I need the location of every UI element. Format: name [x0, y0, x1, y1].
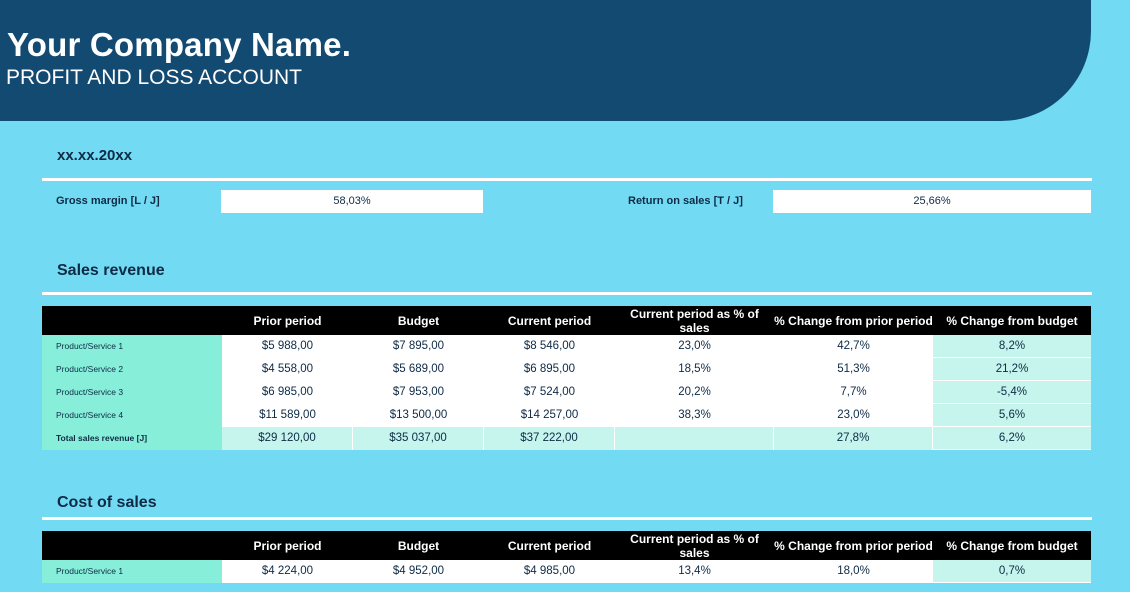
table-cell[interactable]: $7 953,00 — [353, 381, 484, 404]
row-label[interactable]: Total sales revenue [J] — [42, 427, 222, 450]
table-cell[interactable]: 21,2% — [933, 358, 1091, 381]
column-header-change-budget: % Change from budget — [946, 539, 1078, 553]
table-cell[interactable]: $8 546,00 — [484, 335, 615, 358]
header-banner: Your Company Name. PROFIT AND LOSS ACCOU… — [0, 0, 1091, 121]
sales-revenue-table: Prior period Budget Current period Curre… — [42, 306, 1091, 450]
divider — [42, 292, 1092, 295]
table-cell[interactable]: -5,4% — [933, 381, 1091, 404]
table-cell[interactable]: $5 689,00 — [353, 358, 484, 381]
table-cell[interactable]: 23,0% — [615, 335, 774, 358]
cost-of-sales-table: Prior period Budget Current period Curre… — [42, 531, 1091, 583]
row-label[interactable]: Product/Service 2 — [42, 358, 222, 381]
table-row: Product/Service 4 $11 589,00 $13 500,00 … — [42, 404, 1091, 427]
table-cell[interactable]: 6,2% — [933, 427, 1091, 450]
column-header-current-period: Current period — [507, 314, 592, 328]
column-header-change-budget: % Change from budget — [946, 314, 1078, 328]
row-label[interactable]: Product/Service 1 — [42, 335, 222, 358]
return-on-sales-label: Return on sales [T / J] — [628, 195, 743, 207]
table-cell[interactable]: $7 895,00 — [353, 335, 484, 358]
report-title: PROFIT AND LOSS ACCOUNT — [6, 66, 302, 89]
gross-margin-value[interactable]: 58,03% — [221, 190, 483, 213]
cost-of-sales-heading: Cost of sales — [57, 494, 157, 511]
column-header-pct-of-sales: Current period as % of sales — [630, 532, 759, 560]
table-cell[interactable]: $4 985,00 — [484, 560, 615, 583]
table-cell[interactable]: $13 500,00 — [353, 404, 484, 427]
table-cell[interactable]: $4 224,00 — [222, 560, 353, 583]
table-header: Prior period Budget Current period Curre… — [42, 531, 1091, 560]
column-header-change-prior: % Change from prior period — [774, 539, 933, 553]
row-label[interactable]: Product/Service 3 — [42, 381, 222, 404]
gross-margin-label: Gross margin [L / J] — [56, 195, 160, 207]
table-cell[interactable]: $29 120,00 — [222, 427, 353, 450]
table-cell[interactable]: 5,6% — [933, 404, 1091, 427]
table-cell[interactable]: 0,7% — [933, 560, 1091, 583]
table-cell[interactable]: $35 037,00 — [353, 427, 484, 450]
table-cell[interactable]: $5 988,00 — [222, 335, 353, 358]
table-cell[interactable]: $4 952,00 — [353, 560, 484, 583]
table-cell[interactable]: 27,8% — [774, 427, 933, 450]
table-cell[interactable]: $11 589,00 — [222, 404, 353, 427]
table-row: Product/Service 1 $4 224,00 $4 952,00 $4… — [42, 560, 1091, 583]
table-cell[interactable]: 7,7% — [774, 381, 933, 404]
table-total-row: Total sales revenue [J] $29 120,00 $35 0… — [42, 427, 1091, 450]
return-on-sales-value[interactable]: 25,66% — [773, 190, 1091, 213]
column-header — [42, 306, 222, 335]
table-cell[interactable]: 18,0% — [774, 560, 933, 583]
divider — [42, 178, 1092, 181]
column-header-pct-of-sales: Current period as % of sales — [630, 307, 759, 335]
table-cell[interactable]: 13,4% — [615, 560, 774, 583]
table-header: Prior period Budget Current period Curre… — [42, 306, 1091, 335]
table-cell[interactable]: 51,3% — [774, 358, 933, 381]
table-cell[interactable] — [615, 427, 774, 450]
column-header-change-prior: % Change from prior period — [774, 314, 933, 328]
table-cell[interactable]: $14 257,00 — [484, 404, 615, 427]
table-cell[interactable]: 42,7% — [774, 335, 933, 358]
company-name: Your Company Name. — [7, 26, 352, 63]
table-cell[interactable]: $6 985,00 — [222, 381, 353, 404]
table-cell[interactable]: 38,3% — [615, 404, 774, 427]
sales-revenue-heading: Sales revenue — [57, 262, 165, 279]
table-cell[interactable]: $4 558,00 — [222, 358, 353, 381]
row-label[interactable]: Product/Service 4 — [42, 404, 222, 427]
column-header-budget: Budget — [397, 314, 440, 328]
table-cell[interactable]: 20,2% — [615, 381, 774, 404]
table-cell[interactable]: 18,5% — [615, 358, 774, 381]
column-header — [42, 531, 222, 560]
row-label[interactable]: Product/Service 1 — [42, 560, 222, 583]
table-row: Product/Service 3 $6 985,00 $7 953,00 $7… — [42, 381, 1091, 404]
table-cell[interactable]: 8,2% — [933, 335, 1091, 358]
table-cell[interactable]: $7 524,00 — [484, 381, 615, 404]
column-header-prior-period: Prior period — [253, 314, 322, 328]
table-row: Product/Service 2 $4 558,00 $5 689,00 $6… — [42, 358, 1091, 381]
table-row: Product/Service 1 $5 988,00 $7 895,00 $8… — [42, 335, 1091, 358]
report-date[interactable]: xx.xx.20xx — [57, 147, 132, 164]
table-cell[interactable]: $37 222,00 — [484, 427, 615, 450]
column-header-budget: Budget — [397, 539, 440, 553]
divider — [42, 517, 1092, 520]
table-cell[interactable]: 23,0% — [774, 404, 933, 427]
table-cell[interactable]: $6 895,00 — [484, 358, 615, 381]
column-header-prior-period: Prior period — [253, 539, 322, 553]
column-header-current-period: Current period — [507, 539, 592, 553]
